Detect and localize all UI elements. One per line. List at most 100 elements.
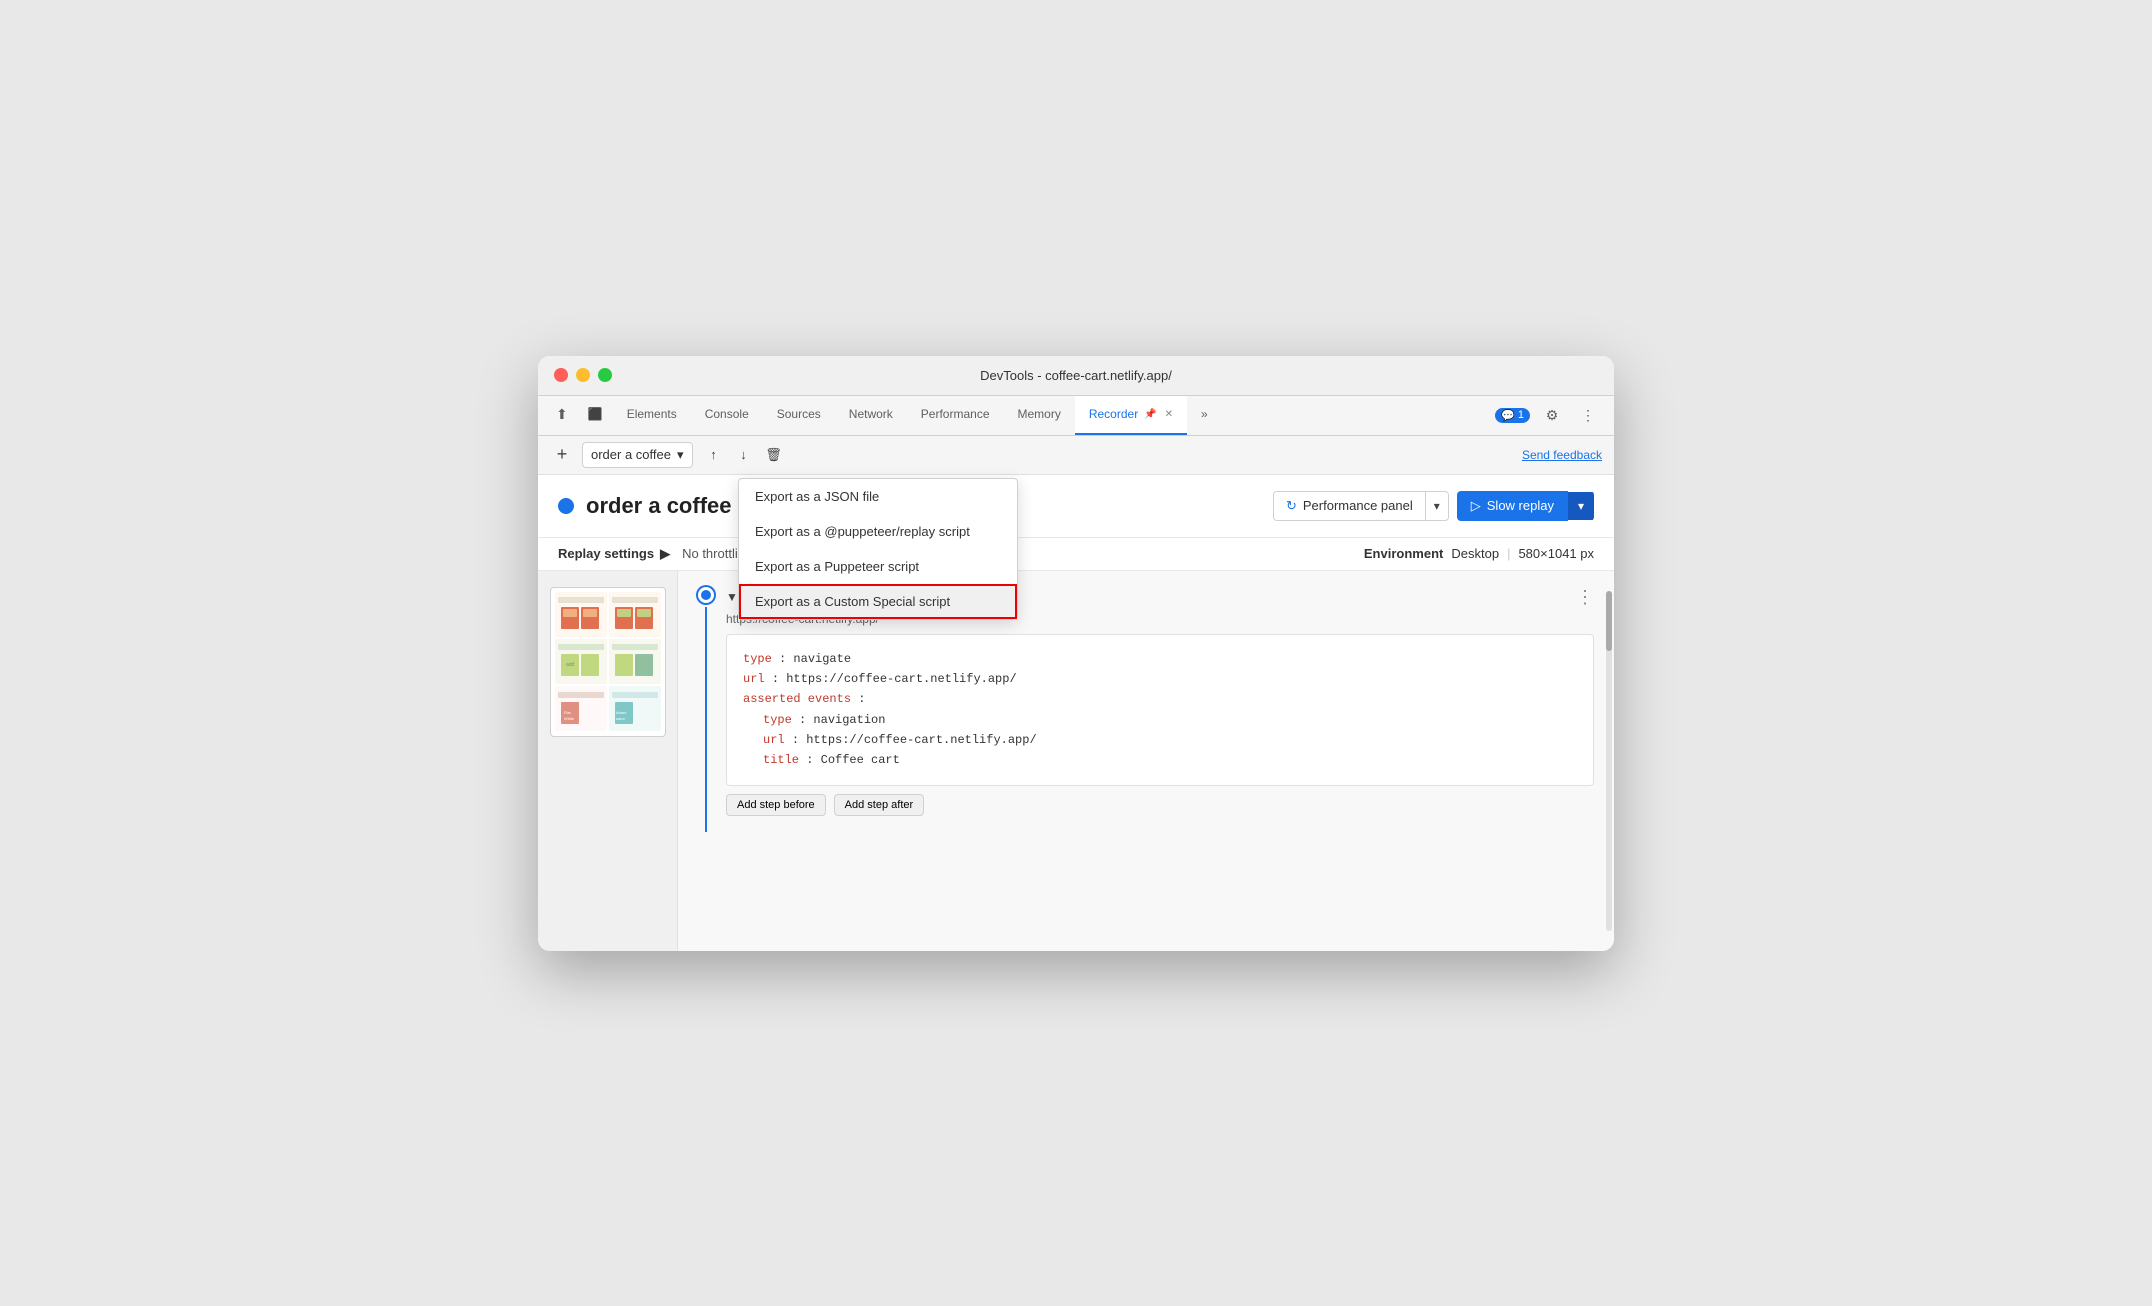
tab-pointer[interactable]: ⬆	[546, 395, 578, 435]
step-more-buttons: Add step before Add step after	[726, 794, 1594, 816]
import-button[interactable]: ↓	[731, 442, 757, 468]
gear-icon: ⚙	[1546, 407, 1559, 424]
settings-button[interactable]: ⚙	[1538, 401, 1566, 429]
scrollbar-track[interactable]	[1606, 591, 1612, 931]
step-collapse-icon[interactable]: ▼	[726, 590, 738, 604]
send-feedback-link[interactable]: Send feedback	[1522, 448, 1602, 462]
recording-detail: ▼ Coffee cart ⋮ https://coffee-cart.netl…	[678, 571, 1614, 951]
minimize-button[interactable]	[576, 368, 590, 382]
tab-recorder-close[interactable]: ✕	[1165, 409, 1173, 420]
export-json-item[interactable]: Export as a JSON file	[739, 479, 1017, 514]
tab-console[interactable]: Console	[691, 395, 763, 435]
performance-panel-main-button[interactable]: ↻ Performance panel	[1274, 492, 1426, 520]
maximize-button[interactable]	[598, 368, 612, 382]
close-button[interactable]	[554, 368, 568, 382]
tab-recorder[interactable]: Recorder 📌 ✕	[1075, 395, 1187, 435]
export-custom-item[interactable]: Export as a Custom Special script	[739, 584, 1017, 619]
tab-memory-label: Memory	[1018, 407, 1061, 421]
thumb-svg-1	[556, 595, 606, 633]
code-val-type2: : navigation	[799, 713, 885, 727]
performance-panel-dropdown-button[interactable]: ▾	[1426, 493, 1448, 519]
svg-text:add: add	[566, 662, 575, 668]
code-key-asserted: asserted events	[743, 692, 851, 706]
expand-icon: ▶	[660, 546, 670, 562]
export-puppeteer-item[interactable]: Export as a Puppeteer script	[739, 549, 1017, 584]
more-vert-icon: ⋮	[1581, 407, 1595, 424]
slow-replay-button: ▷ Slow replay ▾	[1457, 491, 1594, 521]
chat-count: 1	[1518, 409, 1524, 421]
screenshot-thumbnails: add Flat White	[550, 587, 666, 737]
recorder-toolbar: + order a coffee ▾ ↑ ↓ 🗑	[538, 436, 1614, 475]
more-options-button[interactable]: ⋮	[1574, 401, 1602, 429]
tab-frames[interactable]: ⬛	[578, 395, 613, 435]
code-key-type2: type	[763, 713, 792, 727]
delete-recording-button[interactable]: 🗑	[761, 442, 787, 468]
code-line-4: type : navigation	[743, 710, 1577, 730]
slow-replay-dropdown-button[interactable]: ▾	[1568, 492, 1594, 520]
export-puppeteer-replay-label: Export as a @puppeteer/replay script	[755, 524, 970, 539]
step-more-button[interactable]: ⋮	[1576, 587, 1594, 608]
recording-selector-label: order a coffee	[591, 447, 671, 462]
svg-text:cano: cano	[616, 716, 625, 721]
environment-label: Environment	[1364, 546, 1443, 561]
export-button[interactable]: ↑	[701, 442, 727, 468]
upload-icon: ↑	[710, 447, 717, 462]
refresh-icon: ↻	[1286, 498, 1297, 514]
recording-selector[interactable]: order a coffee ▾	[582, 442, 693, 468]
export-puppeteer-replay-item[interactable]: Export as a @puppeteer/replay script	[739, 514, 1017, 549]
tab-more[interactable]: »	[1187, 395, 1222, 435]
recording-status-dot	[558, 498, 574, 514]
export-dropdown: Export as a JSON file Export as a @puppe…	[738, 478, 1018, 620]
trash-icon: 🗑	[765, 447, 782, 463]
thumb-cell-5: Flat White	[555, 686, 607, 731]
export-json-label: Export as a JSON file	[755, 489, 879, 504]
replay-settings-toggle[interactable]: Replay settings ▶	[558, 546, 670, 562]
tab-memory[interactable]: Memory	[1004, 395, 1075, 435]
export-custom-label: Export as a Custom Special script	[755, 594, 950, 609]
tab-elements[interactable]: Elements	[613, 395, 691, 435]
chat-badge[interactable]: 💬 1	[1495, 408, 1530, 423]
code-key-type: type	[743, 652, 772, 666]
tab-performance[interactable]: Performance	[907, 395, 1004, 435]
tab-sources-label: Sources	[777, 407, 821, 421]
step-content: ▼ Coffee cart ⋮ https://coffee-cart.netl…	[726, 587, 1594, 832]
thumb-svg-4	[610, 642, 660, 680]
thumb-svg-2	[610, 595, 660, 633]
code-line-2: url : https://coffee-cart.netlify.app/	[743, 669, 1577, 689]
resolution-label: 580×1041 px	[1518, 546, 1594, 561]
pointer-icon: ⬆	[556, 406, 568, 423]
devtools-window: DevTools - coffee-cart.netlify.app/ ⬆ ⬛ …	[538, 356, 1614, 951]
scrollbar-thumb[interactable]	[1606, 591, 1612, 651]
tab-console-label: Console	[705, 407, 749, 421]
thumb-cell-4	[609, 639, 661, 684]
toolbar-icons: ↑ ↓ 🗑	[701, 442, 787, 468]
new-recording-button[interactable]: +	[550, 443, 574, 467]
thumb-svg-6: Ameri cano	[610, 690, 660, 728]
window-title: DevTools - coffee-cart.netlify.app/	[980, 368, 1172, 383]
chevron-down-icon: ▾	[1578, 499, 1584, 513]
code-line-3: asserted events :	[743, 689, 1577, 709]
code-val-url2: : https://coffee-cart.netlify.app/	[792, 733, 1037, 747]
tab-sources[interactable]: Sources	[763, 395, 835, 435]
add-step-after-button[interactable]: Add step after	[834, 794, 925, 816]
step-connector	[705, 607, 707, 832]
recording-header: order a coffee ✏ ↻ Performance panel ▾ ▷…	[538, 475, 1614, 538]
chevron-down-icon: ▾	[677, 447, 684, 463]
svg-text:White: White	[564, 716, 575, 721]
slow-replay-label: Slow replay	[1487, 498, 1554, 513]
desktop-label: Desktop	[1451, 546, 1499, 561]
performance-panel-label: Performance panel	[1303, 498, 1413, 513]
slow-replay-main-button[interactable]: ▷ Slow replay	[1457, 491, 1568, 521]
traffic-lights	[554, 368, 612, 382]
recording-title: order a coffee	[586, 493, 732, 519]
svg-text:Ameri: Ameri	[616, 710, 627, 715]
settings-bar: Replay settings ▶ No throttling | Timeou…	[538, 538, 1614, 571]
code-line-6: title : Coffee cart	[743, 750, 1577, 770]
add-step-before-button[interactable]: Add step before	[726, 794, 826, 816]
thumb-cell-1	[555, 592, 607, 637]
thumb-svg-3: add	[556, 642, 606, 680]
step-line	[698, 587, 714, 832]
more-tabs-icon: »	[1201, 407, 1208, 421]
tab-network[interactable]: Network	[835, 395, 907, 435]
code-val-title: : Coffee cart	[806, 753, 900, 767]
